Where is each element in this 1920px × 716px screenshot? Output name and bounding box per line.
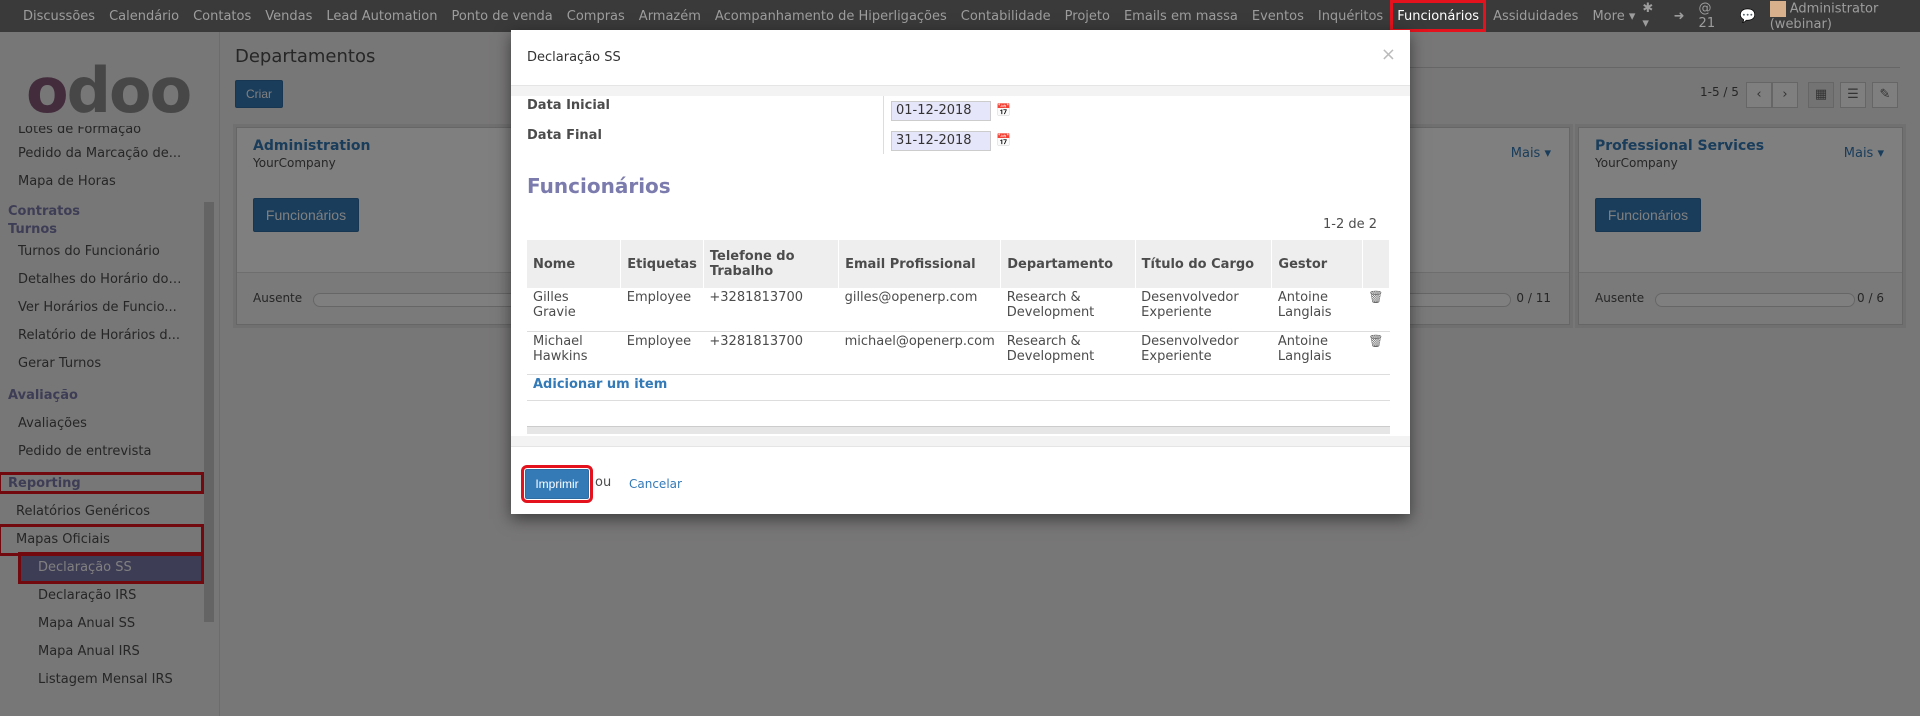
menu-item[interactable]: Contabilidade [954,0,1058,32]
calendar-icon[interactable]: 📅 [996,103,1011,117]
divider [527,400,1390,401]
date-start-label: Data Inicial [527,98,611,113]
close-icon[interactable]: × [1381,44,1396,65]
dialog-title: Declaração SS [527,50,621,65]
record-count: 1-2 de 2 [1323,217,1378,232]
menu-item[interactable]: Assiduidades [1486,0,1585,32]
cell-phone: +3281813700 [703,288,839,332]
cell-department: Research & Development [1000,331,1136,375]
column-header-actions [1362,240,1391,288]
column-header[interactable]: Etiquetas [620,240,704,288]
menu-item[interactable]: Lead Automation [319,0,444,32]
declaracao-ss-dialog: Declaração SS × Data Inicial Data Final … [511,30,1410,514]
cell-department: Research & Development [1000,288,1136,332]
menu-item[interactable]: Armazém [632,0,708,32]
systray: ✱ ▾ ➜ @ 21 💬 Administrator (webinar) [1642,0,1920,32]
menu-item[interactable]: Discussões [16,0,102,32]
cancel-link[interactable]: Cancelar [629,477,682,491]
cell-phone: +3281813700 [703,331,839,375]
cell-manager: Antoine Langlais [1271,288,1363,332]
trash-icon[interactable]: 🗑 [1368,290,1383,304]
employees-section-title: Funcionários [527,174,671,198]
menu-item[interactable]: Funcionários [1390,0,1487,32]
date-end-input[interactable]: 31-12-2018 [891,131,991,151]
cell-tags: Employee [620,331,704,375]
menu-item[interactable]: Compras [560,0,632,32]
menu-item[interactable]: Ponto de venda [444,0,559,32]
print-button[interactable]: Imprimir [521,465,593,503]
column-header[interactable]: Título do Cargo [1135,240,1273,288]
user-name: Administrator (webinar) [1769,1,1879,32]
menu-item[interactable]: Emails em massa [1117,0,1245,32]
top-navbar: Discussões Calendário Contatos Vendas Lead A… [0,0,1920,32]
date-end-label: Data Final [527,128,602,143]
dialog-header: Declaração SS × [511,30,1410,86]
menu-item[interactable]: Calendário [102,0,186,32]
user-menu[interactable]: Administrator (webinar) [1769,0,1910,32]
menu-item[interactable]: More ▾ [1585,0,1642,32]
menu-item[interactable]: Eventos [1245,0,1311,32]
menu-item[interactable]: Vendas [258,0,319,32]
menu-item[interactable]: Contatos [186,0,258,32]
column-header[interactable]: Gestor [1271,240,1363,288]
table-header-row: Nome Etiquetas Telefone do Trabalho Emai… [527,240,1391,288]
calendar-icon[interactable]: 📅 [996,133,1011,147]
main-menu: Discussões Calendário Contatos Vendas Lead A… [0,0,1642,32]
date-start-input[interactable]: 01-12-2018 [891,101,991,121]
add-item-link[interactable]: Adicionar um item [533,377,667,392]
table-row[interactable]: Gilles Gravie Employee +3281813700 gille… [527,288,1390,332]
table-row[interactable]: Michael Hawkins Employee +3281813700 mic… [527,331,1390,375]
cell-job-title: Desenvolvedor Experiente [1135,331,1272,375]
menu-item[interactable]: Acompanhamento de Hiperligações [708,0,954,32]
messages-count: 21 [1698,16,1716,31]
cell-tags: Employee [620,288,704,332]
menu-item[interactable]: Inquéritos [1311,0,1390,32]
cell-manager: Antoine Langlais [1271,331,1363,375]
messages-counter[interactable]: @ 21 [1699,1,1726,31]
or-label: ou [595,475,612,490]
avatar [1769,0,1786,17]
cell-email: gilles@openerp.com [838,288,1001,332]
cell-email: michael@openerp.com [838,331,1001,375]
menu-item[interactable]: Projeto [1058,0,1117,32]
column-header[interactable]: Departamento [1000,240,1136,288]
dialog-footer: Imprimir ou Cancelar [511,446,1410,514]
sign-in-icon[interactable]: ➜ [1674,9,1685,24]
cell-name: Michael Hawkins [527,331,621,375]
trash-icon[interactable]: 🗑 [1368,334,1383,348]
field-divider [883,96,884,154]
bug-icon[interactable]: ✱ ▾ [1642,1,1659,31]
column-header[interactable]: Nome [527,240,622,288]
horizontal-scrollbar[interactable] [527,426,1390,434]
column-header[interactable]: Email Profissional [838,240,1002,288]
employees-table: Nome Etiquetas Telefone do Trabalho Emai… [527,240,1391,375]
footer-separator [511,436,1410,446]
cell-name: Gilles Gravie [527,288,621,332]
header-separator [511,86,1410,96]
column-header[interactable]: Telefone do Trabalho [703,240,840,288]
cell-job-title: Desenvolvedor Experiente [1135,288,1272,332]
chat-icon[interactable]: 💬 [1740,9,1756,24]
